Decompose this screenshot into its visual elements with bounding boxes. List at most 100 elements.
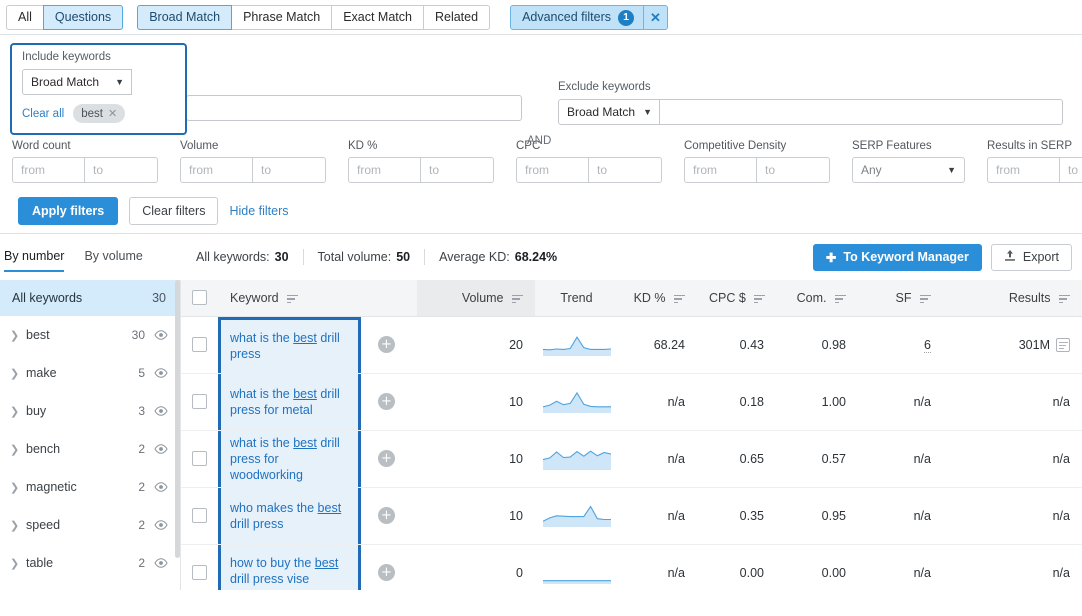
eye-icon[interactable] bbox=[154, 480, 168, 494]
select-all-checkbox[interactable] bbox=[192, 290, 207, 306]
keyword-link[interactable]: what is the best drill press for metal bbox=[230, 386, 351, 418]
chevron-right-icon[interactable]: ❯ bbox=[10, 367, 26, 380]
tab-all[interactable]: All bbox=[6, 5, 44, 30]
sidebar-item-label: table bbox=[26, 556, 54, 570]
chevron-right-icon[interactable]: ❯ bbox=[10, 481, 26, 494]
row-checkbox[interactable] bbox=[192, 508, 207, 524]
sidebar-item-all-keywords[interactable]: All keywords 30 bbox=[0, 280, 180, 316]
sidebar-item-table[interactable]: ❯ table 2 bbox=[0, 544, 180, 582]
add-keyword-icon[interactable]: + bbox=[378, 450, 395, 467]
and-operator-label: AND bbox=[527, 135, 552, 147]
header-com[interactable]: Com. bbox=[776, 280, 858, 317]
row-checkbox[interactable] bbox=[192, 337, 207, 353]
filter-results-in-serp: Results in SERP bbox=[987, 140, 1082, 183]
add-keyword-icon[interactable]: + bbox=[378, 564, 395, 581]
sidebar-item-label: make bbox=[26, 366, 57, 380]
serp-preview-icon[interactable] bbox=[1056, 337, 1070, 352]
clear-filters-button[interactable]: Clear filters bbox=[129, 197, 219, 225]
tab-exact-match[interactable]: Exact Match bbox=[331, 5, 424, 30]
chip-remove-icon[interactable]: ✕ bbox=[108, 107, 117, 120]
eye-icon[interactable] bbox=[154, 366, 168, 380]
header-sf[interactable]: SF bbox=[858, 280, 943, 317]
add-keyword-icon[interactable]: + bbox=[378, 393, 395, 410]
sidebar-item-make[interactable]: ❯ make 5 bbox=[0, 354, 180, 392]
filter-serp-features-select[interactable]: Any ▼ bbox=[852, 157, 965, 183]
header-keyword[interactable]: Keyword bbox=[218, 280, 417, 317]
sort-icon[interactable] bbox=[754, 294, 766, 304]
keyword-link[interactable]: who makes the best drill press bbox=[230, 500, 351, 532]
filter-results-in-serp-to[interactable] bbox=[1060, 157, 1082, 183]
tab-broad-match[interactable]: Broad Match bbox=[137, 5, 233, 30]
tab-questions[interactable]: Questions bbox=[42, 5, 124, 30]
sidebar-item-label: buy bbox=[26, 404, 47, 418]
sort-icon[interactable] bbox=[1059, 294, 1070, 304]
header-cpc[interactable]: CPC $ bbox=[697, 280, 776, 317]
include-match-select[interactable]: Broad Match ▼ bbox=[22, 69, 132, 95]
sidebar-item-best[interactable]: ❯ best 30 bbox=[0, 316, 180, 354]
trend-cell bbox=[535, 430, 618, 488]
filter-volume-to[interactable] bbox=[253, 157, 326, 183]
to-keyword-manager-button[interactable]: ✚ To Keyword Manager bbox=[812, 243, 982, 271]
row-checkbox[interactable] bbox=[192, 565, 207, 581]
filter-word-count-label: Word count bbox=[12, 140, 71, 152]
filter-competitive-density-to[interactable] bbox=[757, 157, 830, 183]
clear-all-link[interactable]: Clear all bbox=[22, 108, 64, 120]
filter-cpc-to[interactable] bbox=[589, 157, 662, 183]
filter-competitive-density-from[interactable] bbox=[684, 157, 757, 183]
close-icon[interactable]: ✕ bbox=[644, 5, 668, 30]
eye-icon[interactable] bbox=[154, 518, 168, 532]
chevron-right-icon[interactable]: ❯ bbox=[10, 519, 26, 532]
include-keywords-input[interactable] bbox=[186, 95, 522, 121]
tab-by-number[interactable]: By number bbox=[4, 243, 65, 272]
add-keyword-icon[interactable]: + bbox=[378, 336, 395, 353]
eye-icon[interactable] bbox=[154, 442, 168, 456]
header-kd[interactable]: KD % bbox=[618, 280, 697, 317]
sidebar-item-bench[interactable]: ❯ bench 2 bbox=[0, 430, 180, 468]
header-keyword-label: Keyword bbox=[230, 290, 279, 305]
row-checkbox[interactable] bbox=[192, 451, 207, 467]
hide-filters-link[interactable]: Hide filters bbox=[229, 204, 288, 218]
filter-kd-to[interactable] bbox=[421, 157, 494, 183]
sidebar-item-speed[interactable]: ❯ speed 2 bbox=[0, 506, 180, 544]
sort-icon[interactable] bbox=[674, 294, 685, 304]
add-keyword-icon[interactable]: + bbox=[378, 507, 395, 524]
filter-kd-from[interactable] bbox=[348, 157, 421, 183]
keyword-link[interactable]: how to buy the best drill press vise bbox=[230, 555, 351, 587]
exclude-keywords-input[interactable] bbox=[660, 99, 1063, 125]
header-results[interactable]: Results bbox=[943, 280, 1082, 317]
sort-icon[interactable] bbox=[287, 294, 299, 304]
chevron-right-icon[interactable]: ❯ bbox=[10, 443, 26, 456]
results-cell: n/a bbox=[1052, 565, 1070, 580]
sidebar-item-buy[interactable]: ❯ buy 3 bbox=[0, 392, 180, 430]
eye-icon[interactable] bbox=[154, 328, 168, 342]
filter-results-in-serp-from[interactable] bbox=[987, 157, 1060, 183]
sidebar-scrollbar[interactable] bbox=[175, 280, 180, 558]
export-button[interactable]: Export bbox=[990, 243, 1072, 271]
filter-cpc-from[interactable] bbox=[516, 157, 589, 183]
keyword-link[interactable]: what is the best drill press for woodwor… bbox=[230, 435, 351, 483]
filter-word-count-to[interactable] bbox=[85, 157, 158, 183]
sidebar-item-magnetic[interactable]: ❯ magnetic 2 bbox=[0, 468, 180, 506]
keyword-link[interactable]: what is the best drill press bbox=[230, 330, 351, 362]
results-cell: n/a bbox=[943, 487, 1082, 545]
chevron-right-icon[interactable]: ❯ bbox=[10, 557, 26, 570]
eye-icon[interactable] bbox=[154, 404, 168, 418]
apply-filters-button[interactable]: Apply filters bbox=[18, 197, 119, 225]
tab-phrase-match[interactable]: Phrase Match bbox=[231, 5, 333, 30]
filter-volume-label: Volume bbox=[180, 140, 219, 152]
sf-value[interactable]: 6 bbox=[924, 337, 931, 353]
tab-related[interactable]: Related bbox=[422, 5, 491, 30]
exclude-match-select[interactable]: Broad Match ▼ bbox=[558, 99, 660, 125]
chevron-right-icon[interactable]: ❯ bbox=[10, 329, 26, 342]
advanced-filters-button[interactable]: Advanced filters 1 bbox=[510, 5, 644, 30]
row-checkbox[interactable] bbox=[192, 394, 207, 410]
filter-volume-from[interactable] bbox=[180, 157, 253, 183]
sort-icon[interactable] bbox=[512, 294, 523, 304]
filter-word-count-from[interactable] bbox=[12, 157, 85, 183]
sort-icon[interactable] bbox=[835, 294, 846, 304]
chevron-right-icon[interactable]: ❯ bbox=[10, 405, 26, 418]
eye-icon[interactable] bbox=[154, 556, 168, 570]
header-volume[interactable]: Volume bbox=[417, 280, 535, 317]
tab-by-volume[interactable]: By volume bbox=[84, 243, 142, 272]
sort-icon[interactable] bbox=[920, 294, 931, 304]
